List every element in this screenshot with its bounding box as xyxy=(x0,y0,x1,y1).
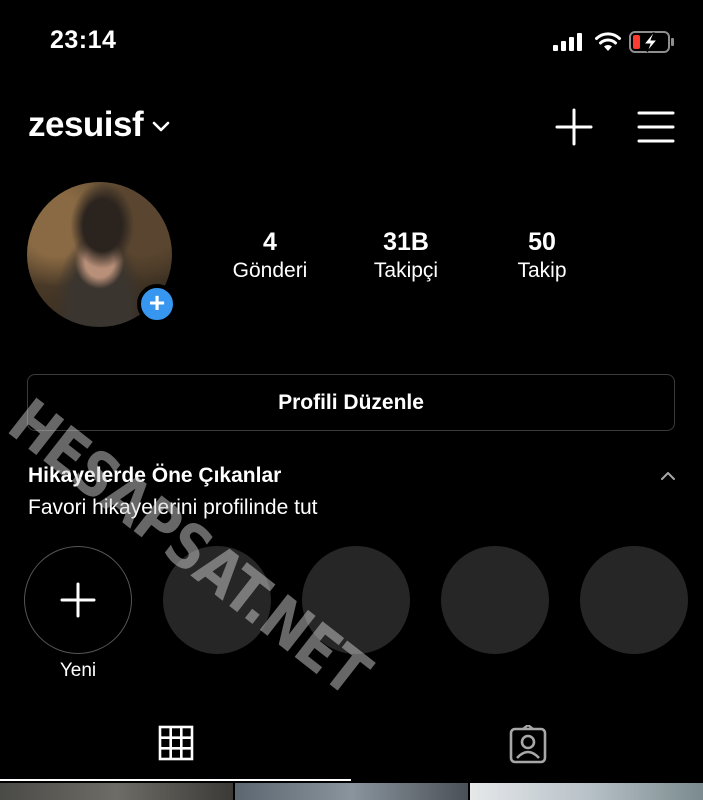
chevron-down-icon xyxy=(152,121,170,132)
stat-followers[interactable]: 31B Takipçi xyxy=(341,228,471,286)
post-thumbnail[interactable] xyxy=(0,783,233,800)
add-story-button[interactable]: + xyxy=(137,284,177,324)
stat-following-label: Takip xyxy=(517,259,567,282)
username: zesuisf xyxy=(28,105,144,144)
status-time: 23:14 xyxy=(50,26,117,54)
grid-icon[interactable] xyxy=(158,725,194,761)
stat-followers-label: Takipçi xyxy=(373,259,439,282)
edit-profile-label: Profili Düzenle xyxy=(278,390,424,414)
highlight-placeholder xyxy=(302,546,410,654)
stat-posts[interactable]: 4 Gönderi xyxy=(205,228,335,286)
plus-icon: + xyxy=(148,287,166,318)
plus-icon xyxy=(60,582,96,618)
battery-icon xyxy=(629,31,674,53)
highlights-subtitle: Favori hikayelerini profilinde tut xyxy=(28,496,318,519)
username-switcher[interactable]: zesuisf xyxy=(28,105,171,145)
signal-icon xyxy=(553,33,582,51)
stat-followers-value: 31B xyxy=(383,228,429,256)
new-highlight-button[interactable] xyxy=(24,546,132,654)
stat-posts-value: 4 xyxy=(263,228,277,256)
highlights-title: Hikayelerde Öne Çıkanlar xyxy=(28,464,282,487)
edit-profile-button[interactable]: Profili Düzenle xyxy=(27,374,675,431)
plus-icon[interactable] xyxy=(555,108,593,146)
wifi-icon xyxy=(595,32,621,51)
post-thumbnail[interactable] xyxy=(470,783,703,800)
new-highlight-label: Yeni xyxy=(59,660,97,681)
post-thumbnail[interactable] xyxy=(235,783,468,800)
chevron-up-icon[interactable] xyxy=(658,470,678,482)
tagged-icon[interactable] xyxy=(508,725,548,765)
highlight-placeholder xyxy=(580,546,688,654)
highlight-placeholder xyxy=(163,546,271,654)
stat-posts-label: Gönderi xyxy=(232,259,308,282)
highlight-placeholder xyxy=(441,546,549,654)
active-tab-indicator xyxy=(0,779,351,781)
stat-following[interactable]: 50 Takip xyxy=(477,228,607,286)
stat-following-value: 50 xyxy=(528,228,556,256)
menu-icon[interactable] xyxy=(637,110,675,144)
